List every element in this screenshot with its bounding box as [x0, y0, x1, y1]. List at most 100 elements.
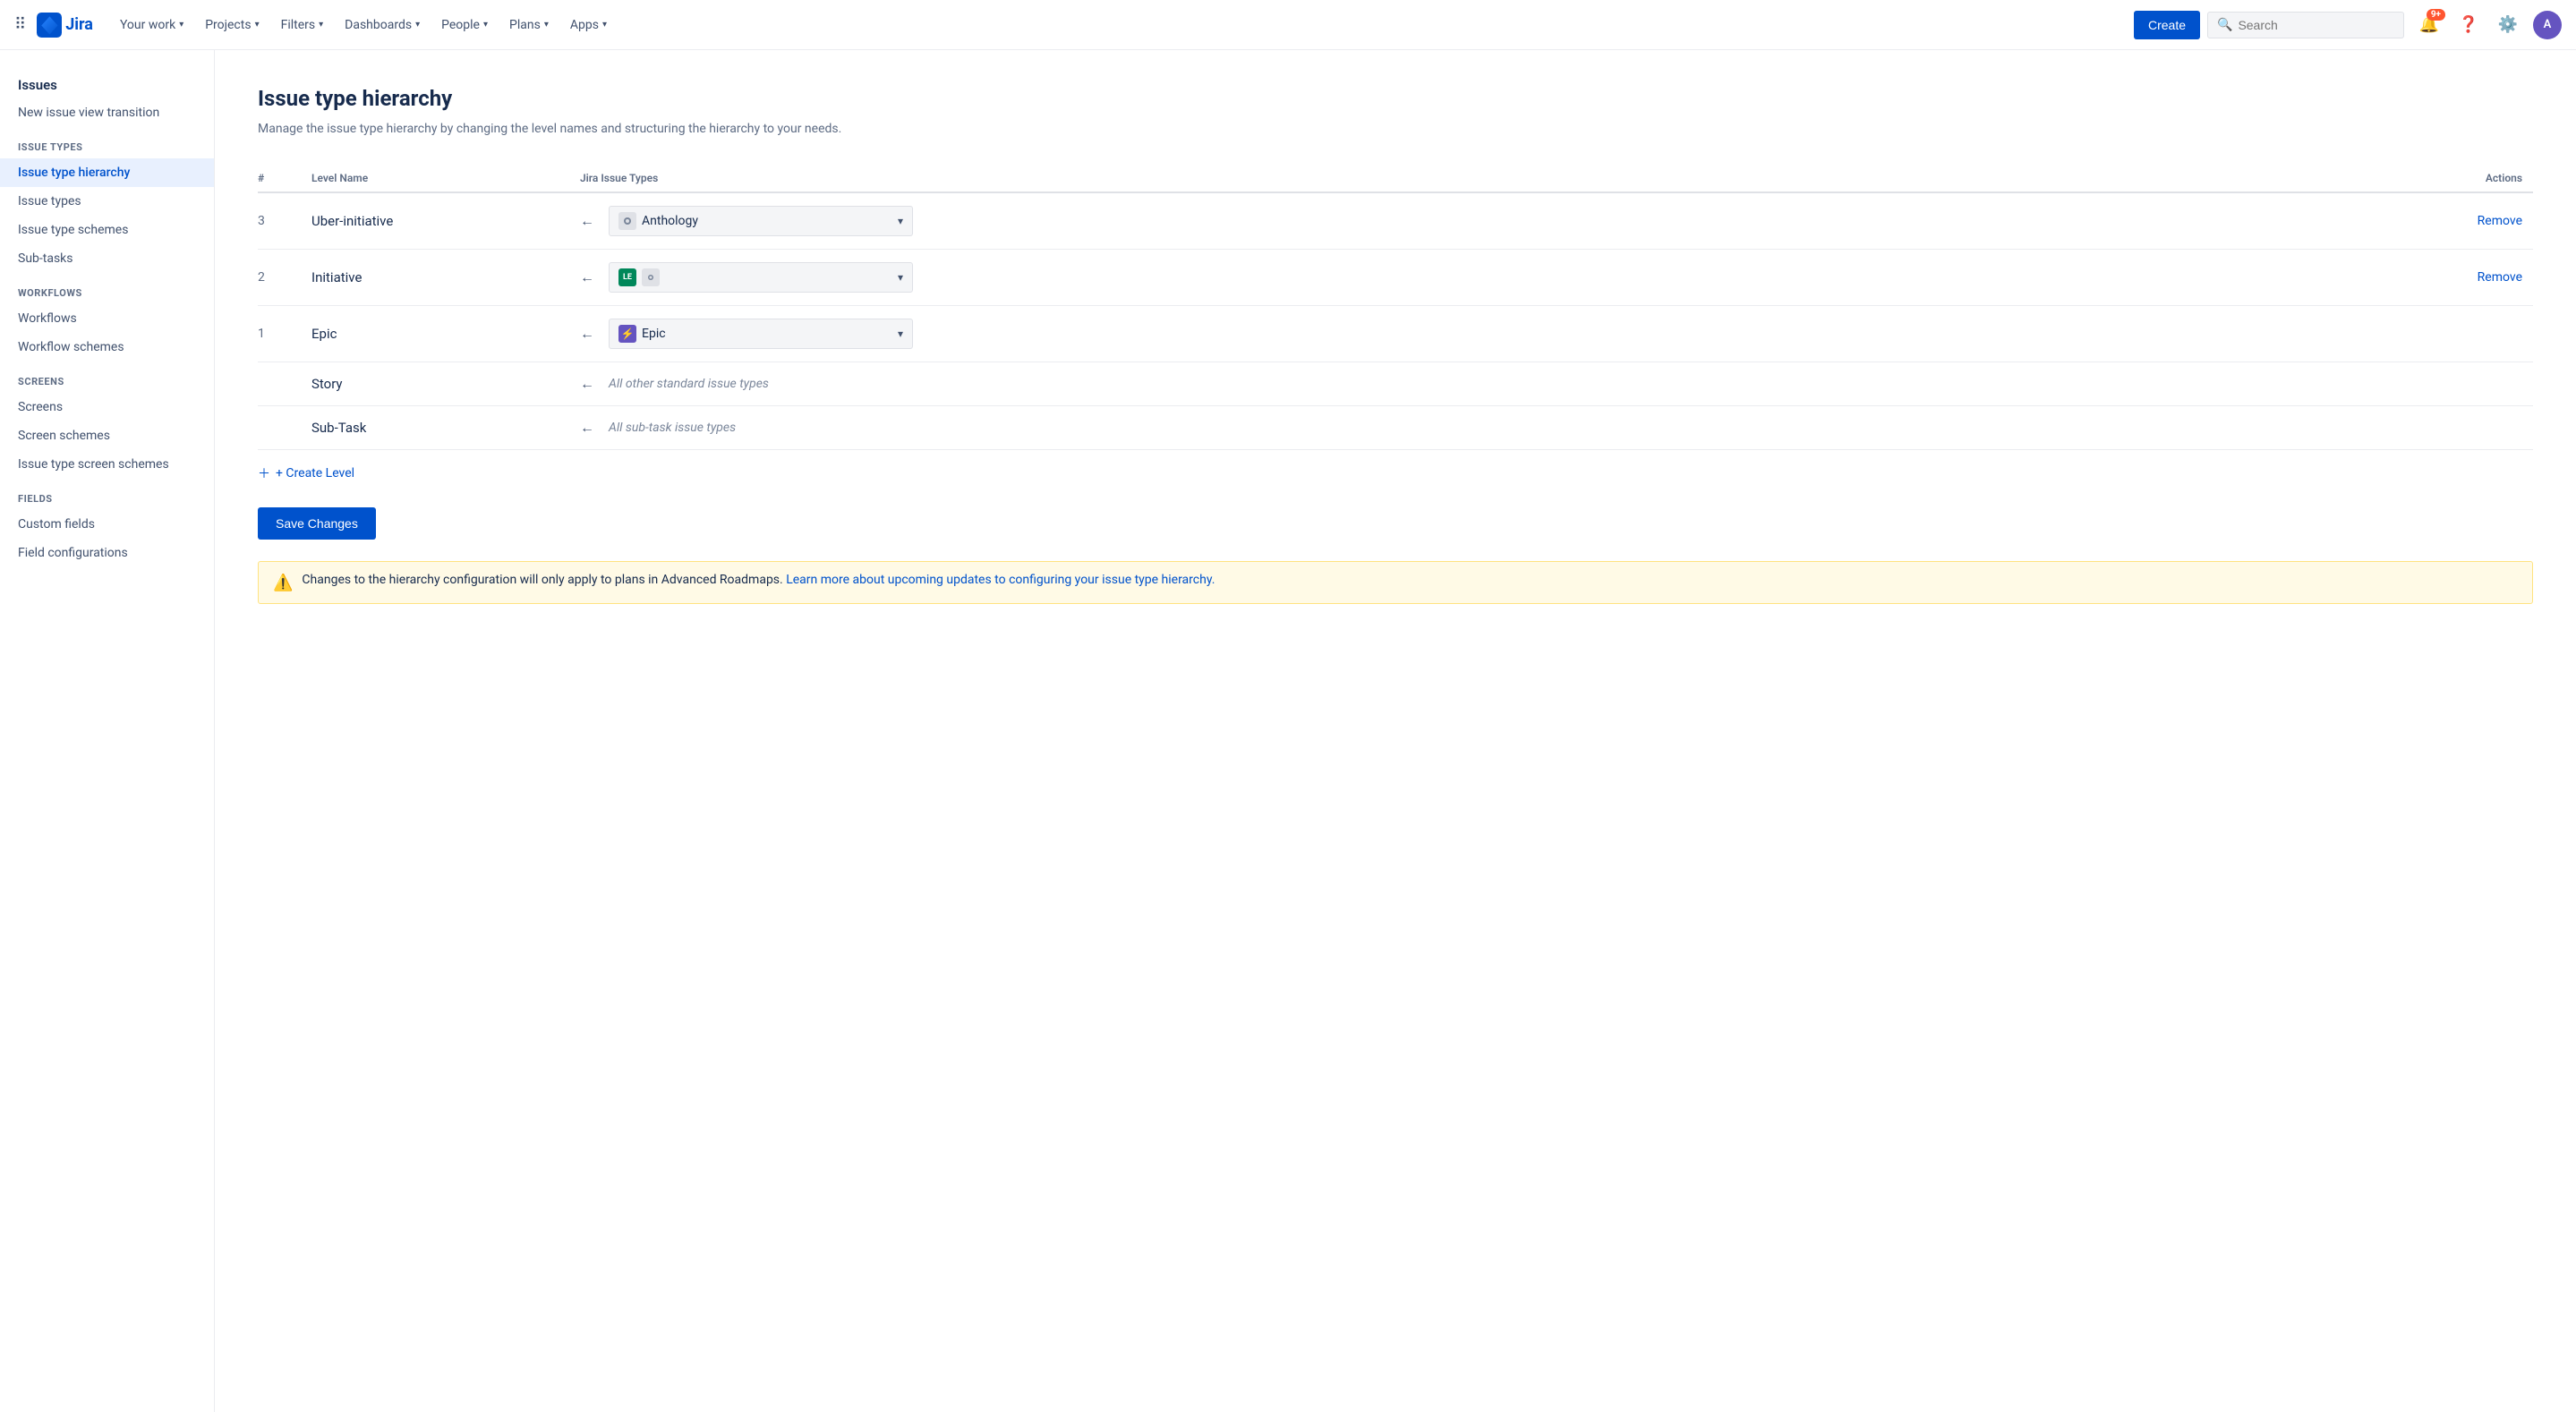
nav-plans[interactable]: Plans ▾	[500, 13, 558, 38]
sidebar-item-screens[interactable]: Screens	[0, 393, 214, 421]
hierarchy-table: # Level Name Jira Issue Types Actions 3 …	[258, 165, 2533, 450]
epic-icon: ⚡	[618, 325, 636, 343]
sidebar-item-field-configurations[interactable]: Field configurations	[0, 539, 214, 567]
issue-type-select-initiative[interactable]: LE ▾	[609, 262, 913, 293]
remove-button-initiative[interactable]: Remove	[2426, 270, 2522, 285]
arrow-icon: ←	[580, 419, 594, 437]
col-header-level: Level Name	[311, 165, 580, 192]
sidebar-item-issue-types[interactable]: Issue types	[0, 187, 214, 216]
level-name-cell: Sub-Task	[311, 406, 580, 450]
nav-your-work[interactable]: Your work ▾	[111, 13, 192, 38]
search-bar[interactable]: 🔍	[2207, 12, 2404, 38]
level-num: 3	[258, 192, 311, 250]
logo-text: Jira	[65, 15, 93, 34]
actions-cell	[2426, 406, 2533, 450]
sidebar-item-new-issue-view-transition[interactable]: New issue view transition	[0, 98, 214, 127]
page-title: Issue type hierarchy	[258, 86, 2533, 111]
create-level-label: + Create Level	[276, 466, 354, 481]
all-subtask-types-text: All sub-task issue types	[609, 421, 736, 435]
warning-link[interactable]: Learn more about upcoming updates to con…	[786, 573, 1215, 587]
sidebar-item-issue-type-schemes[interactable]: Issue type schemes	[0, 216, 214, 244]
table-row: Story ← All other standard issue types	[258, 362, 2533, 406]
chevron-down-icon: ▾	[415, 20, 420, 30]
camera-icon	[642, 268, 660, 286]
issue-type-select-epic[interactable]: ⚡ Epic ▾	[609, 319, 913, 349]
create-button[interactable]: Create	[2134, 11, 2200, 39]
table-row: Sub-Task ← All sub-task issue types	[258, 406, 2533, 450]
plus-icon: ＋	[258, 464, 270, 482]
sidebar-top-item-issues[interactable]: Issues	[0, 68, 214, 98]
notification-badge: 9+	[2427, 9, 2445, 21]
level-name-cell: Initiative	[311, 250, 580, 306]
level-name-subtask: Sub-Task	[311, 420, 366, 436]
chevron-down-icon: ▾	[179, 20, 183, 30]
sidebar-item-workflows[interactable]: Workflows	[0, 304, 214, 333]
sidebar-item-custom-fields[interactable]: Custom fields	[0, 510, 214, 539]
actions-cell	[2426, 362, 2533, 406]
topnav-nav: Your work ▾ Projects ▾ Filters ▾ Dashboa…	[111, 13, 2127, 38]
help-button[interactable]: ❓	[2454, 11, 2483, 39]
sidebar: Issues New issue view transition Issue T…	[0, 50, 215, 1412]
notifications-button[interactable]: 🔔 9+	[2415, 11, 2444, 39]
topnav: ⠿ Jira Your work ▾ Projects ▾ Filters ▾ …	[0, 0, 2576, 50]
issue-types-cell: ← All other standard issue types	[580, 362, 2426, 406]
arrow-icon: ←	[580, 268, 594, 286]
remove-button-uber-initiative[interactable]: Remove	[2426, 214, 2522, 228]
sidebar-section-workflows: Workflows	[0, 273, 214, 304]
settings-button[interactable]: ⚙️	[2494, 11, 2522, 39]
issue-types-cell: ← Anthology ▾	[580, 192, 2426, 250]
select-inner: Anthology	[618, 212, 891, 230]
issue-types-cell: ← ⚡ Epic ▾	[580, 306, 2426, 362]
sidebar-section-issue-types: Issue Types	[0, 127, 214, 158]
table-row: 2 Initiative ← LE	[258, 250, 2533, 306]
level-name-uber-initiative: Uber-initiative	[311, 213, 393, 229]
chevron-down-icon: ▾	[319, 20, 323, 30]
nav-filters[interactable]: Filters ▾	[272, 13, 333, 38]
sidebar-section-screens: Screens	[0, 362, 214, 393]
save-changes-button[interactable]: Save Changes	[258, 507, 376, 540]
chevron-down-icon: ▾	[898, 215, 903, 227]
nav-projects[interactable]: Projects ▾	[196, 13, 268, 38]
topnav-right: 🔍 🔔 9+ ❓ ⚙️ A	[2207, 11, 2562, 39]
col-header-actions: Actions	[2426, 165, 2533, 192]
level-name-story: Story	[311, 376, 343, 392]
table-row: 3 Uber-initiative ←	[258, 192, 2533, 250]
chevron-down-icon: ▾	[255, 20, 260, 30]
select-inner: ⚡ Epic	[618, 325, 891, 343]
search-icon: 🔍	[2217, 18, 2232, 32]
warning-banner: ⚠️ Changes to the hierarchy configuratio…	[258, 561, 2533, 604]
sidebar-item-workflow-schemes[interactable]: Workflow schemes	[0, 333, 214, 362]
all-standard-types-text: All other standard issue types	[609, 377, 769, 391]
nav-apps[interactable]: Apps ▾	[561, 13, 616, 38]
issue-types-cell: ← All sub-task issue types	[580, 406, 2426, 450]
anthology-label: Anthology	[642, 214, 698, 228]
arrow-icon: ←	[580, 375, 594, 393]
level-num	[258, 362, 311, 406]
avatar[interactable]: A	[2533, 11, 2562, 39]
search-input[interactable]	[2238, 18, 2394, 32]
level-num: 2	[258, 250, 311, 306]
nav-people[interactable]: People ▾	[432, 13, 497, 38]
level-name-cell: Epic	[311, 306, 580, 362]
epic-label: Epic	[642, 327, 666, 341]
arrow-icon: ←	[580, 325, 594, 343]
sidebar-item-screen-schemes[interactable]: Screen schemes	[0, 421, 214, 450]
sidebar-item-sub-tasks[interactable]: Sub-tasks	[0, 244, 214, 273]
grid-icon[interactable]: ⠿	[14, 15, 26, 34]
anthology-icon	[618, 212, 636, 230]
actions-cell	[2426, 306, 2533, 362]
table-row: 1 Epic ← ⚡ Epic ▾	[258, 306, 2533, 362]
level-num: 1	[258, 306, 311, 362]
nav-dashboards[interactable]: Dashboards ▾	[336, 13, 429, 38]
sidebar-item-issue-type-screen-schemes[interactable]: Issue type screen schemes	[0, 450, 214, 479]
level-num	[258, 406, 311, 450]
chevron-down-icon: ▾	[602, 20, 607, 30]
layout: Issues New issue view transition Issue T…	[0, 50, 2576, 1412]
logo[interactable]: Jira	[37, 13, 93, 38]
sidebar-section-fields: Fields	[0, 479, 214, 510]
create-level-button[interactable]: ＋ + Create Level	[258, 450, 2533, 489]
col-header-num: #	[258, 165, 311, 192]
actions-cell: Remove	[2426, 250, 2533, 306]
sidebar-item-issue-type-hierarchy[interactable]: Issue type hierarchy	[0, 158, 214, 187]
issue-type-select-uber-initiative[interactable]: Anthology ▾	[609, 206, 913, 236]
